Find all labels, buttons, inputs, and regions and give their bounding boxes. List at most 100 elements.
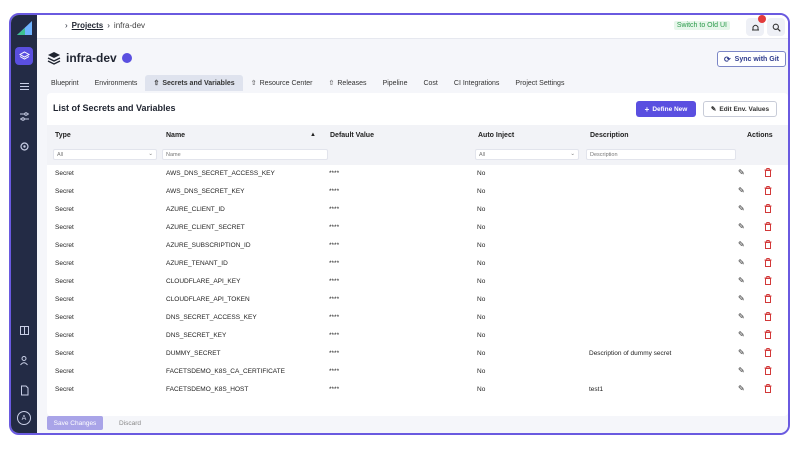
cell-type: Secret	[55, 242, 74, 249]
tab-label: Blueprint	[51, 79, 79, 87]
edit-icon[interactable]: ✎	[738, 258, 745, 267]
breadcrumb-projects[interactable]: Projects	[72, 21, 104, 30]
cell-auto-inject: No	[477, 242, 486, 249]
tab-resource-center[interactable]: ⇧ Resource Center	[243, 75, 321, 91]
column-name[interactable]: Name	[166, 132, 185, 139]
book-icon	[19, 325, 29, 335]
save-changes-button[interactable]: Save Changes	[47, 416, 103, 430]
delete-icon[interactable]	[764, 204, 772, 215]
delete-icon[interactable]	[764, 330, 772, 341]
cell-auto-inject: No	[477, 332, 486, 339]
delete-icon[interactable]	[764, 384, 772, 395]
cell-description: Description of dummy secret	[589, 350, 672, 357]
table-row: Secret AZURE_SUBSCRIPTION_ID **** No ✎	[47, 237, 788, 255]
list-icon	[19, 82, 29, 90]
search-button[interactable]	[767, 18, 785, 36]
name-filter-input[interactable]: Name	[162, 149, 328, 160]
cell-name: AWS_DNS_SECRET_ACCESS_KEY	[166, 170, 275, 177]
auto-inject-filter-select[interactable]: All ⌄	[475, 149, 579, 160]
chevron-right-icon: ›	[107, 21, 110, 30]
tab-environments[interactable]: Environments	[87, 75, 146, 91]
cell-name: CLOUDFLARE_API_TOKEN	[166, 296, 250, 303]
define-new-button[interactable]: + Define New	[636, 101, 696, 117]
switch-old-ui-link[interactable]: Switch to Old UI	[673, 21, 730, 30]
cell-name: DUMMY_SECRET	[166, 350, 221, 357]
type-filter-select[interactable]: All ⌄	[53, 149, 157, 160]
sidebar-item-filters[interactable]	[15, 107, 33, 125]
cell-default-value: ****	[329, 332, 340, 339]
tab-pipeline[interactable]: Pipeline	[375, 75, 416, 91]
edit-icon[interactable]: ✎	[738, 384, 745, 393]
edit-icon[interactable]: ✎	[738, 168, 745, 177]
edit-icon[interactable]: ✎	[738, 240, 745, 249]
tab-label: Cost	[423, 79, 438, 87]
delete-icon[interactable]	[764, 186, 772, 197]
discard-button[interactable]: Discard	[113, 420, 147, 427]
file-icon	[20, 385, 28, 395]
footer-actions: Save Changes Discard	[47, 415, 147, 431]
sidebar-item-files[interactable]	[15, 381, 33, 399]
chevron-down-icon: ⌄	[570, 151, 575, 157]
chevron-right-icon: ›	[65, 21, 68, 30]
cell-auto-inject: No	[477, 206, 486, 213]
edit-env-values-button[interactable]: ✎ Edit Env. Values	[703, 101, 777, 117]
tab-label: Resource Center	[259, 79, 313, 87]
edit-icon[interactable]: ✎	[738, 222, 745, 231]
breadcrumb: › Projects › infra-dev	[65, 21, 145, 30]
sync-with-git-button[interactable]: ⟳ Sync with Git	[716, 51, 786, 67]
tab-label: Project Settings	[515, 79, 565, 87]
table-row: Secret AZURE_TENANT_ID **** No ✎	[47, 255, 788, 273]
edit-icon[interactable]: ✎	[738, 366, 745, 375]
sidebar-item-users[interactable]	[15, 351, 33, 369]
tab-project-settings[interactable]: Project Settings	[507, 75, 572, 91]
cell-name: FACETSDEMO_K8S_CA_CERTIFICATE	[166, 368, 285, 375]
column-description[interactable]: Description	[590, 132, 629, 139]
delete-icon[interactable]	[764, 240, 772, 251]
tab-blueprint[interactable]: Blueprint	[43, 75, 87, 91]
cell-name: AZURE_CLIENT_ID	[166, 206, 225, 213]
edit-icon[interactable]: ✎	[738, 204, 745, 213]
cell-type: Secret	[55, 368, 74, 375]
delete-icon[interactable]	[764, 168, 772, 179]
edit-icon[interactable]: ✎	[738, 186, 745, 195]
delete-icon[interactable]	[764, 366, 772, 377]
sort-asc-icon[interactable]: ▲	[310, 132, 316, 138]
avatar[interactable]: A	[15, 409, 33, 427]
cell-default-value: ****	[329, 350, 340, 357]
sidebar-item-projects[interactable]	[15, 47, 33, 65]
page-title: infra-dev	[66, 51, 117, 65]
delete-icon[interactable]	[764, 276, 772, 287]
tab-releases[interactable]: ⇧ Releases	[321, 75, 375, 91]
edit-icon[interactable]: ✎	[738, 330, 745, 339]
column-auto-inject[interactable]: Auto Inject	[478, 132, 514, 139]
delete-icon[interactable]	[764, 222, 772, 233]
delete-icon[interactable]	[764, 312, 772, 323]
cell-name: DNS_SECRET_KEY	[166, 332, 227, 339]
delete-icon[interactable]	[764, 294, 772, 305]
sync-label: Sync with Git	[734, 55, 779, 63]
cell-type: Secret	[55, 170, 74, 177]
tab-secrets-and-variables[interactable]: ⇧ Secrets and Variables	[145, 75, 243, 91]
notifications-button[interactable]	[746, 15, 766, 36]
tab-cost[interactable]: Cost	[415, 75, 445, 91]
sidebar-item-docs[interactable]	[15, 321, 33, 339]
table-row: Secret DNS_SECRET_KEY **** No ✎	[47, 327, 788, 345]
table-row: Secret CLOUDFLARE_API_TOKEN **** No ✎	[47, 291, 788, 309]
column-type[interactable]: Type	[55, 132, 71, 139]
edit-icon[interactable]: ✎	[738, 276, 745, 285]
description-filter-input[interactable]: Description	[586, 149, 736, 160]
sidebar-item-list[interactable]	[15, 77, 33, 95]
edit-icon[interactable]: ✎	[738, 312, 745, 321]
cell-type: Secret	[55, 332, 74, 339]
cloud-upload-icon: ⇧	[328, 80, 335, 87]
sidebar-item-settings[interactable]	[15, 137, 33, 155]
auto-inject-filter-value: All	[479, 152, 486, 158]
facets-logo	[17, 21, 32, 35]
edit-icon[interactable]: ✎	[738, 348, 745, 357]
cell-auto-inject: No	[477, 170, 486, 177]
delete-icon[interactable]	[764, 348, 772, 359]
tab-ci-integrations[interactable]: CI Integrations	[446, 75, 508, 91]
top-bar: › Projects › infra-dev Switch to Old UI	[37, 15, 788, 39]
delete-icon[interactable]	[764, 258, 772, 269]
edit-icon[interactable]: ✎	[738, 294, 745, 303]
